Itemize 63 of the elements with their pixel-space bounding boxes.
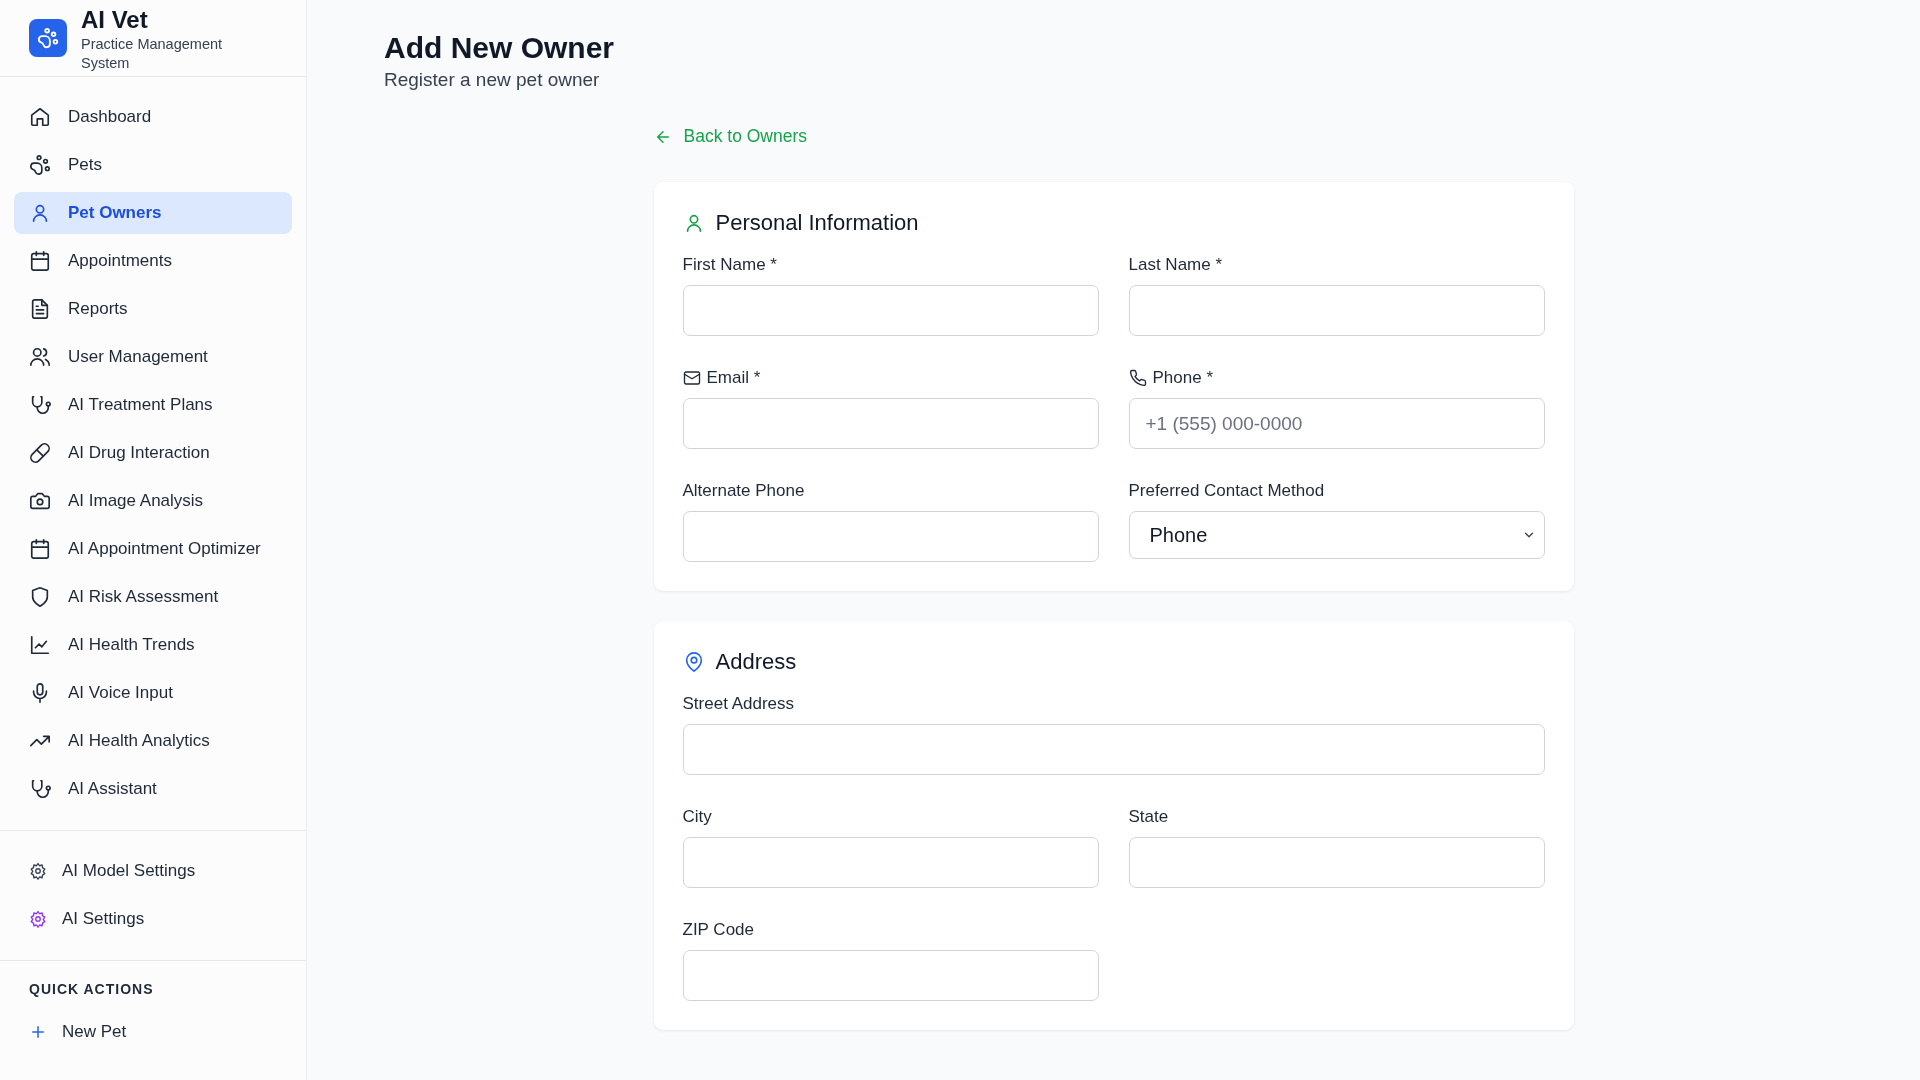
calendar-icon bbox=[29, 538, 51, 560]
mail-icon bbox=[682, 369, 701, 387]
nav-item[interactable]: Dashboard bbox=[14, 96, 292, 138]
line-chart-icon bbox=[29, 634, 51, 656]
nav-item[interactable]: AI Appointment Optimizer bbox=[14, 528, 292, 570]
text-field[interactable] bbox=[682, 398, 1099, 449]
page-subtitle: Register a new pet owner bbox=[384, 69, 601, 91]
nav-item[interactable]: AI Assistant bbox=[14, 768, 292, 810]
nav-item[interactable]: Reports bbox=[14, 288, 292, 330]
field-label: Street Address bbox=[682, 693, 794, 715]
quick-action-link[interactable]: New Pet bbox=[14, 1011, 292, 1053]
text-field[interactable] bbox=[682, 950, 1099, 1001]
nav-item[interactable]: AI Drug Interaction bbox=[14, 432, 292, 474]
stethoscope-icon bbox=[29, 778, 51, 800]
field-label: Last Name * bbox=[1128, 254, 1223, 276]
field-label: Email * bbox=[706, 367, 761, 389]
paw-logo-icon bbox=[29, 19, 67, 57]
document-icon bbox=[29, 298, 51, 320]
text-field[interactable] bbox=[682, 724, 1545, 775]
select-field[interactable]: Phone bbox=[1128, 511, 1545, 559]
text-field[interactable] bbox=[682, 511, 1099, 562]
text-field[interactable] bbox=[682, 285, 1099, 336]
text-field[interactable]: +1 (555) 000-0000 bbox=[1128, 398, 1545, 449]
nav-item[interactable]: AI Image Analysis bbox=[14, 480, 292, 522]
nav-item[interactable]: Pets bbox=[14, 144, 292, 186]
pill-icon bbox=[29, 442, 51, 464]
text-field[interactable] bbox=[1128, 837, 1545, 888]
nav-item[interactable]: Appointments bbox=[14, 240, 292, 282]
nav-item[interactable]: AI Settings bbox=[14, 898, 292, 940]
field-label: State bbox=[1128, 806, 1169, 828]
stethoscope-icon bbox=[29, 394, 51, 416]
section-title: Personal Information bbox=[715, 210, 919, 236]
nav-item[interactable]: AI Model Settings bbox=[14, 850, 292, 892]
plus-icon bbox=[29, 1023, 47, 1041]
field-label: ZIP Code bbox=[682, 919, 754, 941]
field-label: Phone * bbox=[1152, 367, 1213, 389]
home-icon bbox=[29, 106, 51, 128]
nav-item[interactable]: AI Risk Assessment bbox=[14, 576, 292, 618]
settings-icon bbox=[29, 862, 47, 880]
nav-item[interactable]: AI Voice Input bbox=[14, 672, 292, 714]
page-title: Add New Owner bbox=[384, 30, 616, 66]
nav-item[interactable]: AI Treatment Plans bbox=[14, 384, 292, 426]
field-label: City bbox=[682, 806, 712, 828]
phone-icon bbox=[1128, 369, 1147, 387]
nav-item[interactable]: AI Health Trends bbox=[14, 624, 292, 666]
camera-icon bbox=[29, 490, 51, 512]
nav-item[interactable]: AI Health Analytics bbox=[14, 720, 292, 762]
section-heading: QUICK ACTIONS bbox=[28, 980, 155, 997]
field-label: Preferred Contact Method bbox=[1128, 480, 1325, 502]
field-label: Alternate Phone bbox=[682, 480, 805, 502]
app-name: AI Vet bbox=[81, 5, 149, 35]
shield-icon bbox=[29, 586, 51, 608]
settings-icon bbox=[29, 910, 47, 928]
calendar-icon bbox=[29, 250, 51, 272]
app-subtitle: Practice Management System bbox=[81, 35, 224, 73]
text-field[interactable] bbox=[1128, 285, 1545, 336]
text-field[interactable] bbox=[682, 837, 1099, 888]
users-icon bbox=[29, 346, 51, 368]
field-label: First Name * bbox=[682, 254, 777, 276]
nav-item[interactable]: User Management bbox=[14, 336, 292, 378]
section-title: Address bbox=[715, 649, 797, 675]
nav-item[interactable]: Pet Owners bbox=[14, 192, 292, 234]
paw-icon bbox=[29, 154, 51, 176]
